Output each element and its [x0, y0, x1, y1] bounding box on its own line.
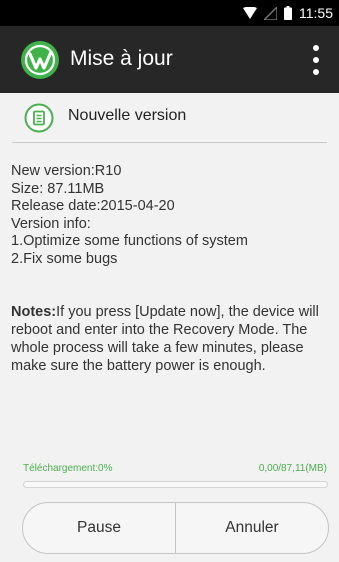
- download-size: 0,00/87,11(MB): [258, 463, 327, 474]
- wifi-icon: [243, 7, 257, 19]
- download-status: Téléchargement:0%: [23, 463, 113, 474]
- app-title: Mise à jour: [70, 47, 173, 70]
- app-bar: Mise à jour: [0, 26, 339, 93]
- status-icons: 11:55: [243, 4, 333, 22]
- changelog-item: 1.Optimize some functions of system: [11, 233, 248, 250]
- status-clock: 11:55: [299, 5, 333, 21]
- status-bar: 11:55: [0, 0, 339, 26]
- changelog-item: 2.Fix some bugs: [11, 250, 118, 267]
- new-version-header: Nouvelle version: [0, 93, 339, 143]
- pause-button[interactable]: Pause: [23, 503, 175, 553]
- document-icon: [24, 103, 54, 133]
- notes-label: Notes:: [11, 304, 57, 320]
- version-text: New version:R10: [11, 163, 122, 179]
- divider: [12, 142, 327, 143]
- notes-text: If you press [Update now], the device wi…: [11, 304, 319, 374]
- size-text: Size: 87.11MB: [11, 180, 105, 197]
- cancel-button[interactable]: Annuler: [176, 503, 328, 553]
- version-info-label: Version info:: [11, 215, 91, 232]
- battery-icon: [284, 6, 292, 20]
- app-logo-icon: [21, 41, 59, 79]
- release-date-text: Release date:2015-04-20: [11, 198, 175, 215]
- header-title: Nouvelle version: [68, 107, 187, 124]
- signal-icon: [264, 6, 277, 20]
- download-progress-bar: [23, 481, 328, 488]
- overflow-menu-icon[interactable]: [309, 43, 323, 77]
- action-buttons: Pause Annuler: [22, 502, 329, 554]
- version-info: New version:R10 Size: 87.11MB Release da…: [11, 163, 333, 269]
- notes: Notes:If you press [Update now], the dev…: [11, 303, 331, 375]
